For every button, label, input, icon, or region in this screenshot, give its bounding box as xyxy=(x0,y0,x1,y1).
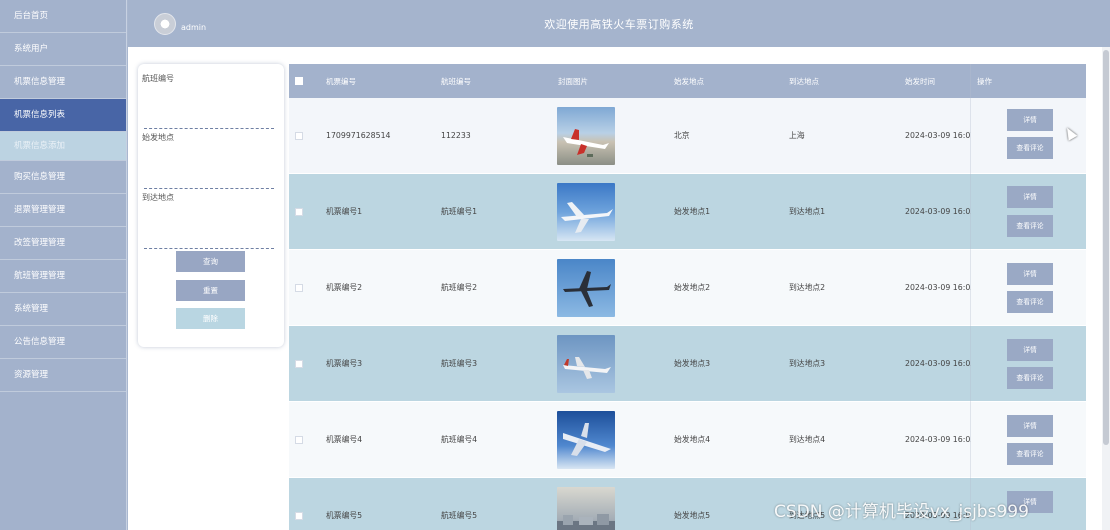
cover-image xyxy=(557,250,615,325)
detail-button[interactable]: 详情 xyxy=(1007,263,1053,285)
view-comments-button[interactable]: 查看评论 xyxy=(1007,367,1053,389)
view-comments-button[interactable]: 查看评论 xyxy=(1007,443,1053,465)
to-input[interactable] xyxy=(144,248,274,249)
from-location: 始发地点1 xyxy=(674,207,711,216)
col-to: 到达地点 xyxy=(789,76,819,86)
sidebar-item-ticket-management[interactable]: 机票信息管理 xyxy=(0,66,126,99)
scrollbar-thumb[interactable] xyxy=(1103,50,1109,445)
flight-no: 航班编号2 xyxy=(441,283,478,292)
ticket-no: 机票编号5 xyxy=(326,511,363,520)
ticket-no: 机票编号4 xyxy=(326,435,363,444)
to-location: 上海 xyxy=(789,131,805,140)
from-location: 始发地点5 xyxy=(674,511,711,520)
from-location: 始发地点4 xyxy=(674,435,711,444)
sidebar-item-notice-management[interactable]: 公告信息管理 xyxy=(0,326,126,359)
sidebar-item-flight-management[interactable]: 航班管理管理 xyxy=(0,260,126,293)
col-actions: 操作 xyxy=(977,76,992,86)
sidebar-item-purchase-management[interactable]: 购买信息管理 xyxy=(0,161,126,194)
reset-button[interactable]: 重置 xyxy=(176,280,245,301)
to-location: 到达地点2 xyxy=(789,283,826,292)
from-location: 始发地点3 xyxy=(674,359,711,368)
depart-time: 2024-03-09 16:07 xyxy=(905,131,971,140)
col-ticket-no: 机票编号 xyxy=(326,76,356,86)
delete-button[interactable]: 删除 xyxy=(176,308,245,329)
depart-time: 2024-03-09 16:05 xyxy=(905,283,971,292)
to-location: 到达地点4 xyxy=(789,435,826,444)
cover-image xyxy=(557,326,615,401)
cover-image xyxy=(557,174,615,249)
ticket-no: 机票编号1 xyxy=(326,207,363,216)
table-row: 机票编号2 航班编号2 始发地点2 到达地点2 2024-03-09 16:05… xyxy=(289,250,1086,326)
row-checkbox[interactable] xyxy=(295,402,303,477)
cover-image xyxy=(557,98,615,173)
from-input[interactable] xyxy=(144,188,274,189)
sidebar: 后台首页 系统用户 机票信息管理 机票信息列表 机票信息添加 购买信息管理 退票… xyxy=(0,0,127,530)
sidebar-item-resource-management[interactable]: 资源管理 xyxy=(0,359,126,392)
table-row: 机票编号1 航班编号1 始发地点1 到达地点1 2024-03-09 16:05… xyxy=(289,174,1086,250)
from-location: 始发地点2 xyxy=(674,283,711,292)
table-row: 机票编号4 航班编号4 始发地点4 到达地点4 2024-03-09 16:05… xyxy=(289,402,1086,478)
ticket-no: 机票编号2 xyxy=(326,283,363,292)
row-checkbox[interactable] xyxy=(295,250,303,325)
detail-button[interactable]: 详情 xyxy=(1007,339,1053,361)
from-location: 北京 xyxy=(674,131,690,140)
flight-no: 航班编号1 xyxy=(441,207,478,216)
search-panel: 航班编号 始发地点 到达地点 查询 重置 删除 xyxy=(138,64,284,347)
col-flight-no: 航班编号 xyxy=(441,76,471,86)
flight-no: 112233 xyxy=(441,131,471,140)
depart-time: 2024-03-09 16:05 xyxy=(905,359,971,368)
depart-time: 2024-03-09 16:05 xyxy=(905,435,971,444)
sidebar-item-ticket-list[interactable]: 机票信息列表 xyxy=(0,99,126,132)
col-time: 始发时间 xyxy=(905,76,935,86)
col-from: 始发地点 xyxy=(674,76,704,86)
flight-no-label: 航班编号 xyxy=(142,74,174,83)
detail-button[interactable]: 详情 xyxy=(1007,109,1053,131)
sidebar-item-ticket-add[interactable]: 机票信息添加 xyxy=(0,132,126,161)
main-content: 航班编号 始发地点 到达地点 查询 重置 删除 机票编号 航班编号 封面图片 始… xyxy=(128,47,1102,530)
to-location: 到达地点1 xyxy=(789,207,826,216)
cover-image xyxy=(557,478,615,530)
col-cover-image: 封面图片 xyxy=(558,76,588,86)
to-location: 到达地点3 xyxy=(789,359,826,368)
select-all-checkbox[interactable] xyxy=(295,64,303,98)
row-checkbox[interactable] xyxy=(295,478,303,530)
table-row: 1709971628514 112233 北京 上海 2024-03-09 16… xyxy=(289,98,1086,174)
ticket-no: 1709971628514 xyxy=(326,131,391,140)
query-button[interactable]: 查询 xyxy=(176,251,245,272)
page-title: 欢迎使用高铁火车票订购系统 xyxy=(544,18,694,31)
sidebar-item-change-management[interactable]: 改签管理管理 xyxy=(0,227,126,260)
detail-button[interactable]: 详情 xyxy=(1007,186,1053,208)
sidebar-item-system-management[interactable]: 系统管理 xyxy=(0,293,126,326)
flight-no: 航班编号3 xyxy=(441,359,478,368)
depart-time: 2024-03-09 16:05 xyxy=(905,207,971,216)
table-row: 机票编号3 航班编号3 始发地点3 到达地点3 2024-03-09 16:05… xyxy=(289,326,1086,402)
sidebar-item-system-users[interactable]: 系统用户 xyxy=(0,33,126,66)
view-comments-button[interactable]: 查看评论 xyxy=(1007,215,1053,237)
sidebar-item-home[interactable]: 后台首页 xyxy=(0,0,126,33)
column-divider xyxy=(970,64,971,530)
from-label: 始发地点 xyxy=(142,133,174,142)
header: admin 欢迎使用高铁火车票订购系统 xyxy=(128,0,1110,47)
view-comments-button[interactable]: 查看评论 xyxy=(1007,291,1053,313)
to-label: 到达地点 xyxy=(142,193,174,202)
row-checkbox[interactable] xyxy=(295,174,303,249)
watermark: CSDN @计算机毕设vx_jsjbs999 xyxy=(774,502,1029,522)
row-checkbox[interactable] xyxy=(295,98,303,173)
ticket-no: 机票编号3 xyxy=(326,359,363,368)
detail-button[interactable]: 详情 xyxy=(1007,415,1053,437)
flight-no-input[interactable] xyxy=(144,128,274,129)
sidebar-item-refund-management[interactable]: 退票管理管理 xyxy=(0,194,126,227)
flight-no: 航班编号4 xyxy=(441,435,478,444)
ticket-table: 机票编号 航班编号 封面图片 始发地点 到达地点 始发时间 操作 1709971… xyxy=(289,64,1086,530)
vertical-scrollbar[interactable] xyxy=(1102,47,1110,530)
cover-image xyxy=(557,402,615,477)
flight-no: 航班编号5 xyxy=(441,511,478,520)
table-header: 机票编号 航班编号 封面图片 始发地点 到达地点 始发时间 操作 xyxy=(289,64,1086,98)
view-comments-button[interactable]: 查看评论 xyxy=(1007,137,1053,159)
row-checkbox[interactable] xyxy=(295,326,303,401)
